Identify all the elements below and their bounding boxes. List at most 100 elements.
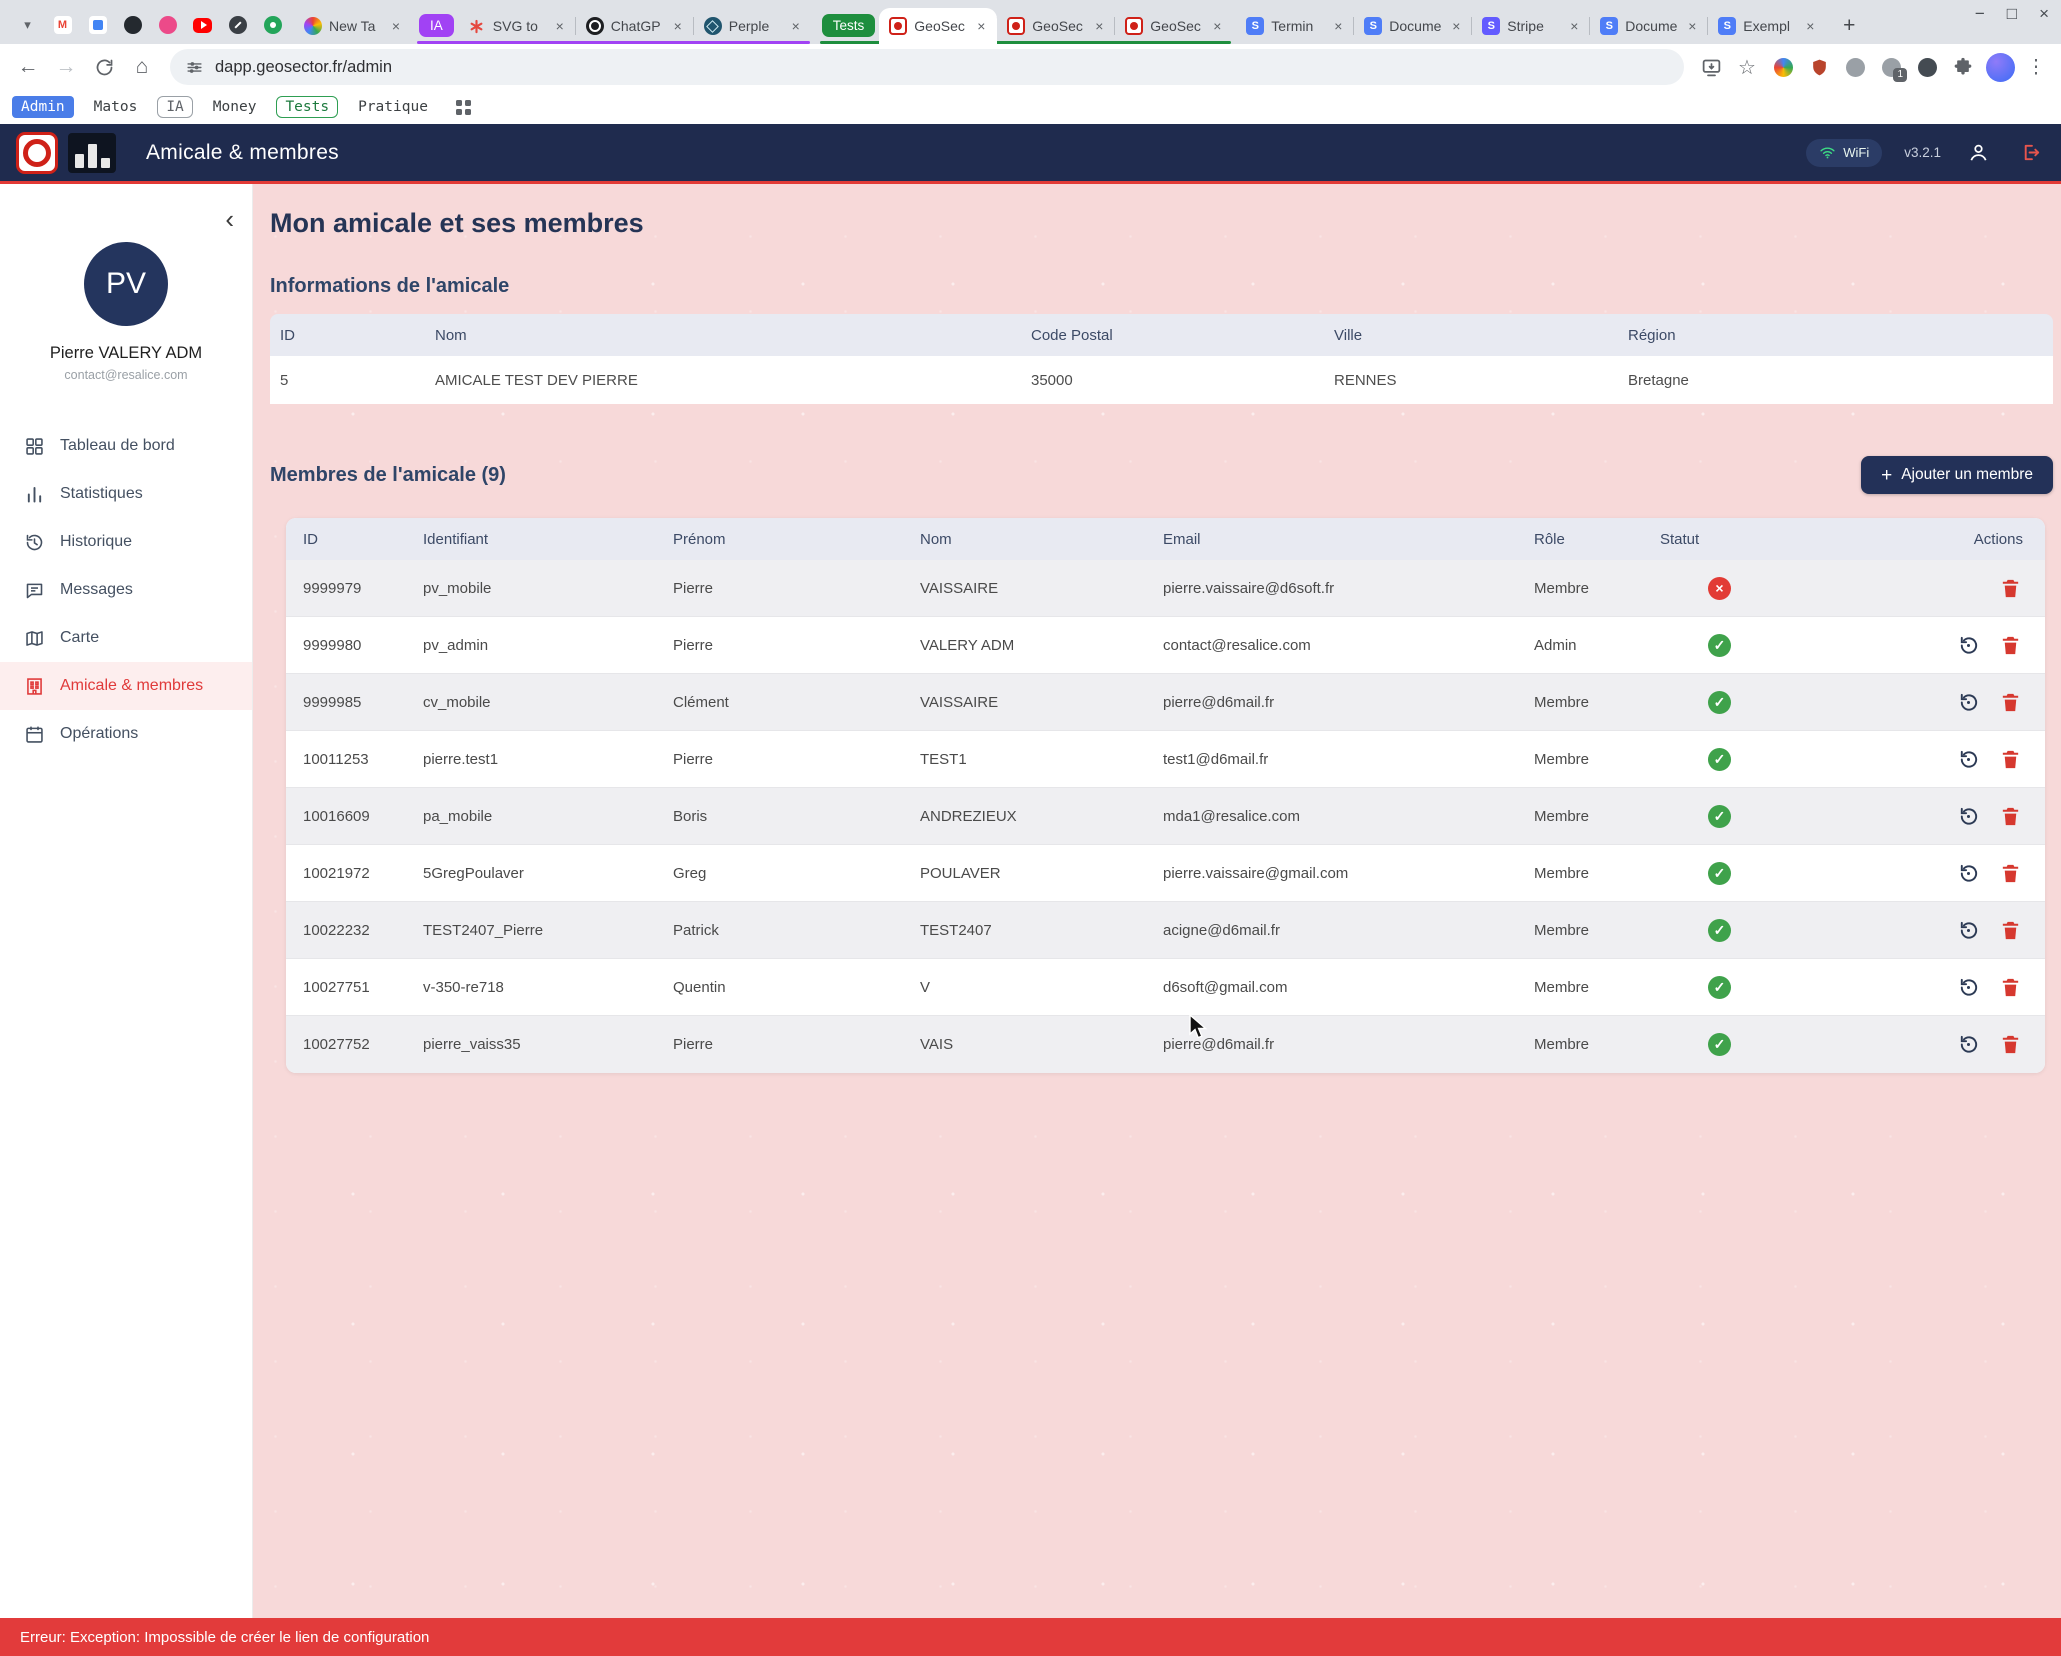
info-section-title: Informations de l'amicale [270,275,2053,298]
bookmark-star-icon[interactable]: ☆ [1730,50,1764,84]
pinned-tab-github[interactable] [115,8,150,42]
member-email: test1@d6mail.fr [1146,751,1517,768]
bookmark-matos[interactable]: Matos [94,99,138,115]
sidebar-collapse-button[interactable]: ‹ [225,206,234,232]
tab-termin[interactable]: Termin × [1236,8,1354,44]
restore-user-button[interactable] [1956,861,1981,886]
github-icon [124,16,142,34]
bookmark-ia[interactable]: IA [157,96,192,118]
sidebar-item-amicale-membres[interactable]: Amicale & membres [0,662,252,710]
tab-close-icon[interactable]: × [1448,18,1464,34]
restore-user-button[interactable] [1956,690,1981,715]
tab-close-icon[interactable]: × [1091,18,1107,34]
restore-user-button[interactable] [1956,633,1981,658]
new-tab-button[interactable]: + [1832,9,1866,43]
user-account-button[interactable] [1963,138,1993,168]
tab-close-icon[interactable]: × [552,18,568,34]
extensions-puzzle-icon[interactable] [1946,50,1980,84]
restore-user-button[interactable] [1956,747,1981,772]
tab-new-ta[interactable]: New Ta × [294,8,412,44]
restore-user-button[interactable] [1956,804,1981,829]
tab-exempl[interactable]: Exempl × [1708,8,1826,44]
tab-chatgpt[interactable]: ChatGP × [576,8,694,44]
pinned-tab-gmail[interactable]: M [45,8,80,42]
tab-docume-2[interactable]: Docume × [1590,8,1708,44]
page-title: Mon amicale et ses membres [270,208,2053,239]
maximize-button[interactable]: □ [2007,4,2017,24]
tab-close-icon[interactable]: × [388,18,404,34]
forward-button[interactable]: → [48,49,84,85]
restore-user-button[interactable] [1956,1032,1981,1057]
tab-close-icon[interactable]: × [1209,18,1225,34]
tab-search-chevron-icon[interactable]: ▾ [10,8,45,42]
pinned-tab-dribbble[interactable] [150,8,185,42]
extension-1-icon[interactable] [1766,50,1800,84]
tab-perplexity[interactable]: Perple × [694,8,812,44]
tab-geosec-3[interactable]: GeoSec × [1115,8,1233,44]
pinned-tab-8[interactable] [255,8,290,42]
sidebar-item-tableau-de-bord[interactable]: Tableau de bord [0,422,252,470]
restore-user-button[interactable] [1956,918,1981,943]
tab-close-icon[interactable]: × [1802,18,1818,34]
extension-5-icon[interactable] [1910,50,1944,84]
sidebar-item-historique[interactable]: Historique [0,518,252,566]
tab-close-icon[interactable]: × [788,18,804,34]
status-icon: ✓ [1708,919,1731,942]
pinned-tab-youtube[interactable] [185,8,220,42]
delete-member-button[interactable] [1998,975,2023,1000]
logout-button[interactable] [2015,138,2045,168]
member-nom: ANDREZIEUX [903,808,1146,825]
tab-docume-1[interactable]: Docume × [1354,8,1472,44]
extension-4-icon[interactable]: 1 [1874,50,1908,84]
delete-member-button[interactable] [1998,861,2023,886]
bookmark-admin[interactable]: Admin [12,96,74,118]
tab-close-icon[interactable]: × [1684,18,1700,34]
install-app-icon[interactable] [1694,50,1728,84]
tab-group-label-tests[interactable]: Tests [822,14,876,37]
sidebar-item-carte[interactable]: Carte [0,614,252,662]
home-button[interactable]: ⌂ [124,49,160,85]
add-member-button[interactable]: + Ajouter un membre [1861,456,2053,494]
delete-member-button[interactable] [1998,576,2023,601]
tab-geosec-2[interactable]: GeoSec × [997,8,1115,44]
delete-member-button[interactable] [1998,633,2023,658]
extension-3-icon[interactable] [1838,50,1872,84]
profile-avatar[interactable] [1986,53,2015,82]
bookmark-tests[interactable]: Tests [276,96,338,118]
window-close-button[interactable]: × [2039,4,2049,24]
delete-member-button[interactable] [1998,918,2023,943]
pinned-tab-7[interactable] [220,8,255,42]
bookmark-money[interactable]: Money [213,99,257,115]
tab-stripe[interactable]: Stripe × [1472,8,1590,44]
tab-group-ia: IA SVG to × ChatGP × Perple × [415,8,812,44]
delete-member-button[interactable] [1998,1032,2023,1057]
sidebar-item-operations[interactable]: Opérations [0,710,252,758]
tab-close-icon[interactable]: × [1566,18,1582,34]
address-bar[interactable]: dapp.geosector.fr/admin [170,49,1684,85]
back-button[interactable]: ← [10,49,46,85]
sidebar-item-messages[interactable]: Messages [0,566,252,614]
delete-member-button[interactable] [1998,747,2023,772]
tab-svg-to[interactable]: SVG to × [458,8,576,44]
delete-member-button[interactable] [1998,804,2023,829]
tab-geosec-active[interactable]: GeoSec × [879,8,997,44]
delete-member-button[interactable] [1998,690,2023,715]
sidebar-item-statistiques[interactable]: Statistiques [0,470,252,518]
tab-close-icon[interactable]: × [670,18,686,34]
member-id: 10027751 [286,979,406,996]
bookmark-pratique[interactable]: Pratique [358,99,428,115]
tab-close-icon[interactable]: × [973,18,989,34]
restore-user-button[interactable] [1956,975,1981,1000]
url-text[interactable]: dapp.geosector.fr/admin [215,58,392,77]
apps-grid-icon[interactable] [456,100,471,115]
tab-group-label-ia[interactable]: IA [419,14,454,37]
tab-close-icon[interactable]: × [1330,18,1346,34]
site-settings-icon[interactable] [186,59,203,76]
app-version: v3.2.1 [1904,145,1941,160]
tabs: New Ta × IA SVG to × ChatGP × Perple [294,6,1866,44]
extension-shield-icon[interactable] [1802,50,1836,84]
pinned-tab-2[interactable] [80,8,115,42]
browser-menu-icon[interactable]: ⋮ [2021,56,2051,79]
reload-button[interactable] [86,49,122,85]
minimize-button[interactable]: − [1975,4,1985,24]
